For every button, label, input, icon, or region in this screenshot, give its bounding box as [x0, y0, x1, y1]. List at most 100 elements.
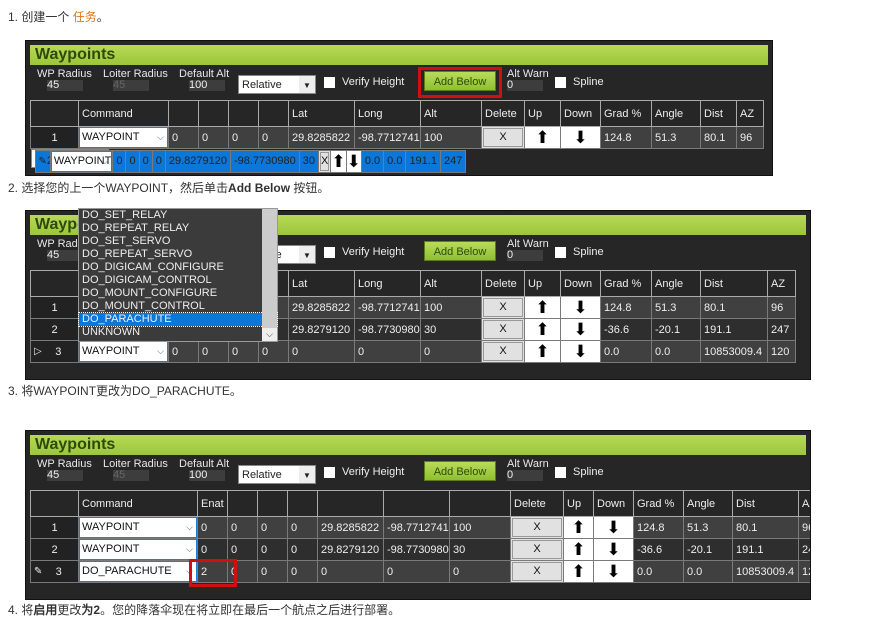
down-arrow-icon[interactable]: ⬇: [560, 340, 601, 363]
row-header[interactable]: 1: [30, 126, 79, 149]
alt-cell[interactable]: 0: [449, 560, 511, 583]
column-header[interactable]: Grad %: [633, 490, 684, 517]
lat-cell[interactable]: 29.8285822: [288, 126, 355, 149]
column-header[interactable]: Angle: [683, 490, 733, 517]
wp-radius-input[interactable]: 45: [47, 80, 83, 91]
delete-button[interactable]: X: [483, 342, 523, 361]
column-header[interactable]: Dist: [732, 490, 799, 517]
column-header[interactable]: [228, 100, 259, 127]
column-header[interactable]: Lat: [288, 100, 355, 127]
column-header[interactable]: Alt: [420, 100, 482, 127]
dropdown-option[interactable]: DO_SET_RELAY: [79, 209, 277, 222]
delete-button[interactable]: X: [483, 320, 523, 339]
lat-cell[interactable]: 29.8285822: [288, 296, 355, 319]
param-2-cell[interactable]: 0: [198, 340, 229, 363]
command-dropdown-list[interactable]: DO_SET_RELAY DO_REPEAT_RELAY DO_SET_SERVO D…: [78, 208, 278, 342]
row-header[interactable]: 1: [30, 296, 79, 319]
command-select[interactable]: WAYPOINT⌵: [51, 151, 112, 172]
dropdown-option[interactable]: DO_PARACHUTE: [78, 312, 278, 327]
command-cell[interactable]: WAYPOINT ⌵: [78, 538, 198, 561]
up-arrow-icon[interactable]: ⬆: [330, 150, 347, 173]
alt-cell[interactable]: 100: [449, 516, 511, 539]
spline-checkbox[interactable]: [555, 247, 566, 258]
command-cell[interactable]: WAYPOINT ⌵: [78, 516, 198, 539]
lng-cell[interactable]: 0: [354, 340, 421, 363]
up-arrow-icon[interactable]: ⬆: [524, 340, 561, 363]
param-1-cell[interactable]: 0: [168, 126, 199, 149]
up-arrow-icon[interactable]: ⬆: [563, 516, 594, 539]
down-arrow-icon[interactable]: ⬇: [560, 318, 601, 341]
verify-height-checkbox[interactable]: [324, 247, 335, 258]
row-header[interactable]: ▷ 3: [30, 340, 79, 363]
up-arrow-icon[interactable]: ⬆: [563, 538, 594, 561]
delete-button[interactable]: X: [512, 540, 562, 559]
command-cell[interactable]: WAYPOINT ⌵: [78, 126, 169, 149]
down-arrow-icon[interactable]: ⬇: [560, 296, 601, 319]
column-header[interactable]: Dist: [700, 100, 737, 127]
param-1-cell[interactable]: 0: [197, 516, 228, 539]
column-header[interactable]: Up: [563, 490, 594, 517]
down-arrow-icon[interactable]: ⬇: [345, 150, 362, 173]
command-cell[interactable]: DO_PARACHUTE ⌵: [78, 560, 198, 583]
column-header[interactable]: AZ: [798, 490, 810, 517]
param-3-cell[interactable]: 0: [228, 340, 259, 363]
column-header[interactable]: Delete: [481, 270, 525, 297]
param-3-cell[interactable]: 0: [257, 516, 288, 539]
column-header[interactable]: [258, 100, 289, 127]
lng-cell[interactable]: -98.7712741: [383, 516, 450, 539]
up-arrow-icon[interactable]: ⬆: [524, 126, 561, 149]
row-header[interactable]: 1: [30, 516, 79, 539]
up-arrow-icon[interactable]: ⬆: [563, 560, 594, 583]
column-header[interactable]: Down: [560, 270, 601, 297]
alt-warn-input[interactable]: 0: [507, 250, 543, 261]
alt-cell[interactable]: 30: [449, 538, 511, 561]
delete-button[interactable]: X: [320, 152, 330, 171]
waypoint-row[interactable]: ✎ 3 DO_PARACHUTE ⌵ 2 0 0 0 0 0 0 X ⬆ ⬇ 0.0 0.0 10853009…: [30, 560, 810, 583]
column-header[interactable]: [227, 490, 258, 517]
column-header[interactable]: Up: [524, 270, 561, 297]
param-1-cell[interactable]: 0: [168, 340, 199, 363]
column-header[interactable]: Up: [524, 100, 561, 127]
column-header[interactable]: Delete: [481, 100, 525, 127]
waypoint-row[interactable]: ▷ 3 WAYPOINT ⌵ 0 0 0 0 0 0 0 X ⬆ ⬇ 0.0 0.0 10853009.4 12…: [30, 340, 796, 363]
param-1-cell[interactable]: 0: [197, 538, 228, 561]
param-4-cell[interactable]: 0: [287, 538, 318, 561]
column-header[interactable]: Command: [78, 490, 198, 517]
lat-cell[interactable]: 0: [317, 560, 384, 583]
alt-warn-input[interactable]: 0: [507, 470, 543, 481]
lng-cell[interactable]: 0: [383, 560, 450, 583]
command-select[interactable]: WAYPOINT⌵: [79, 127, 168, 148]
waypoint-row[interactable]: 1WAYPOINT⌵000029.8285822-98.7712741100X⬆…: [30, 516, 810, 539]
column-header[interactable]: Angle: [651, 270, 701, 297]
column-header[interactable]: Long: [354, 270, 421, 297]
column-header[interactable]: Angle: [651, 100, 701, 127]
param-4-cell[interactable]: 0: [151, 150, 166, 173]
column-header[interactable]: [287, 490, 318, 517]
column-header[interactable]: Dist: [700, 270, 768, 297]
param-3-cell[interactable]: 0: [257, 538, 288, 561]
dropdown-option[interactable]: DO_SET_SERVO: [79, 235, 277, 248]
lng-cell[interactable]: -98.7730980: [354, 318, 421, 341]
command-select[interactable]: WAYPOINT⌵: [79, 517, 197, 538]
column-header[interactable]: Enat: [197, 490, 228, 517]
lat-cell[interactable]: 29.8279120: [288, 318, 355, 341]
param-1-cell[interactable]: 0: [112, 150, 127, 173]
waypoint-row[interactable]: 1WAYPOINT⌵000029.8285822-98.7712741100X⬆…: [30, 126, 764, 149]
verify-height-checkbox[interactable]: [324, 77, 335, 88]
param-2-cell[interactable]: 0: [198, 126, 229, 149]
dropdown-option[interactable]: DO_MOUNT_CONFIGURE: [79, 287, 277, 300]
dropdown-option[interactable]: DO_MOUNT_CONTROL: [79, 300, 277, 313]
default-alt-input[interactable]: 100: [189, 80, 225, 91]
waypoint-row[interactable]: 2WAYPOINT⌵000029.8279120-98.773098030X⬆⬇…: [30, 538, 810, 561]
alt-cell[interactable]: 100: [420, 126, 482, 149]
param-3-cell[interactable]: 0: [257, 560, 288, 583]
dropdown-option[interactable]: UNKNOWN: [79, 326, 277, 339]
alt-mode-select[interactable]: Relative ▼: [238, 75, 316, 94]
alt-warn-input[interactable]: 0: [507, 80, 543, 91]
down-arrow-icon[interactable]: ⬇: [593, 516, 634, 539]
column-header[interactable]: [30, 100, 79, 127]
up-arrow-icon[interactable]: ⬆: [524, 318, 561, 341]
alt-cell[interactable]: 100: [420, 296, 482, 319]
wp-radius-input[interactable]: 45: [47, 470, 83, 481]
param-2-cell[interactable]: 0: [227, 516, 258, 539]
